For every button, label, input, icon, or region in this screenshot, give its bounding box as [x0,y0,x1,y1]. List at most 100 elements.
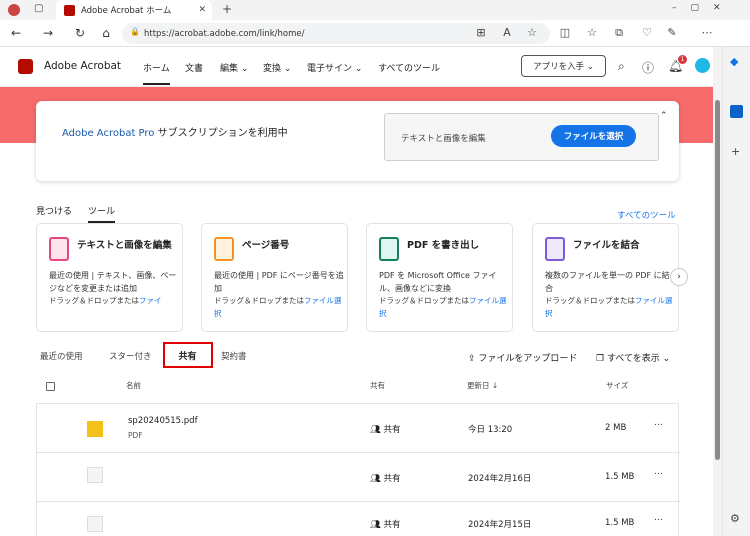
col-size[interactable]: サイズ [606,380,628,391]
upload-icon: ⇪ [468,354,479,364]
tool-card-export-pdf[interactable]: PDF を書き出し PDF を Microsoft Office ファイル、画像… [366,223,513,332]
view-icon: ❐ [596,354,607,364]
browser-tab[interactable]: Adobe Acrobat ホーム ✕ [56,0,212,20]
tab-agreements[interactable]: 契約書 [221,350,247,362]
nav-esign[interactable]: 電子サイン ⌄ [307,61,362,74]
collapse-icon[interactable]: ⌃ [660,111,668,121]
tool-title: ファイルを結合 [573,240,640,251]
tab-starred[interactable]: スター付き [109,350,152,362]
tool-drag-text: ドラッグ＆ドロップまたは [379,296,469,305]
col-shared[interactable]: 共有 [370,380,385,391]
updated-date: 2024年2月15日 [468,520,532,530]
browser-essentials-icon[interactable]: ♡ [640,26,654,39]
tab-title: Adobe Acrobat ホーム [81,6,172,16]
notification-badge: 1 [678,55,687,64]
page-scrollbar[interactable] [713,90,722,530]
show-all-label: すべてを表示 [606,354,660,364]
upload-file-button[interactable]: ⇪ ファイルをアップロード [468,351,577,364]
updated-date: 今日 13:20 [468,425,513,435]
app-header: Adobe Acrobat ホーム 文書 編集 ⌄ 変換 ⌄ 電子サイン ⌄ す… [0,47,713,87]
tool-card-combine[interactable]: ファイルを結合 複数のファイルを単一の PDF に結合 ドラッグ＆ドロップまたはフ… [532,223,679,332]
tab-shared[interactable]: 共有 [165,349,210,362]
file-name[interactable]: sp20240515.pdf [128,416,198,426]
tool-file-link[interactable]: ファイ [139,296,162,305]
row-more-icon[interactable]: ⋯ [654,420,663,430]
nav-documents[interactable]: 文書 [185,61,203,74]
file-type: PDF [128,431,143,440]
row-more-icon[interactable]: ⋯ [654,469,663,479]
app-available-icon[interactable]: ⊞ [474,26,488,39]
select-all-checkbox[interactable] [46,382,55,391]
shared-people-icon: 👥︎ [370,425,384,435]
get-app-button[interactable]: アプリを入手 ⌄ [521,55,606,77]
close-tab-icon[interactable]: ✕ [198,5,206,15]
all-tools-link[interactable]: すべてのツール [617,209,676,221]
tool-title: ページ番号 [242,240,290,251]
lock-icon[interactable]: 🔒 [130,27,140,36]
extensions-icon[interactable]: ✎ [665,26,679,39]
collections-icon[interactable]: ⧉ [612,26,626,40]
split-screen-icon[interactable]: ◫ [558,26,572,39]
tab-discover[interactable]: 見つける [36,204,72,217]
subscription-text: Adobe Acrobat Pro サブスクリプションを利用中 [62,124,288,139]
col-updated[interactable]: 更新日 ↓ [467,380,498,391]
favorites-icon[interactable]: ☆ [585,26,599,39]
file-list: sp20240515.pdf PDF 👥︎ 共有 今日 13:20 2 MB ⋯… [36,403,680,536]
shared-status: 👥︎ 共有 [370,518,401,530]
table-row[interactable]: 👥︎ 共有 2024年2月16日 1.5 MB ⋯ [37,453,680,502]
scrollbar-thumb[interactable] [715,100,720,460]
page-number-icon [214,237,234,261]
tool-desc-text: PDF を Microsoft Office ファイル、画像などに変換 [379,271,497,293]
nav-edit[interactable]: 編集 ⌄ [220,61,248,74]
shared-label: 共有 [383,520,401,530]
avatar[interactable] [695,58,710,73]
tab-recent[interactable]: 最近の使用 [40,350,83,362]
refresh-icon[interactable]: ↻ [72,26,88,40]
drop-zone[interactable]: テキストと画像を編集 ファイルを選択 [384,113,659,161]
nav-home[interactable]: ホーム [143,61,170,85]
tool-description: 複数のファイルを単一の PDF に結合 ドラッグ＆ドロップまたはファイル選択 [545,270,675,320]
more-menu-icon[interactable]: ⋯ [700,26,714,39]
tab-tools[interactable]: ツール [88,204,116,223]
table-row[interactable]: sp20240515.pdf PDF 👥︎ 共有 今日 13:20 2 MB ⋯ [37,404,680,453]
nav-convert[interactable]: 変換 ⌄ [263,61,291,74]
shared-status: 👥︎ 共有 [370,472,401,484]
show-all-button[interactable]: ❐ すべてを表示 ⌄ [596,351,670,364]
next-tools-chevron-icon[interactable]: › [670,268,688,286]
tool-card-edit[interactable]: テキストと画像を編集 最近の使用 | テキスト、画像、ページなどを変更または追加… [36,223,183,332]
tab-actions-icon[interactable]: ▢ [34,3,43,14]
outlook-icon[interactable] [730,105,743,118]
copilot-icon[interactable]: ◆ [730,55,738,68]
shared-label: 共有 [383,425,401,435]
subscription-card: Adobe Acrobat Pro サブスクリプションを利用中 テキストと画像を… [36,101,679,181]
acrobat-logo-icon [18,59,33,74]
select-file-button[interactable]: ファイルを選択 [551,125,636,147]
add-icon[interactable]: + [731,145,740,158]
nav-all-tools[interactable]: すべてのツール [378,61,440,74]
brand-name: Adobe Acrobat [44,60,122,72]
tab-shared-highlight[interactable]: 共有 [163,342,213,368]
col-name[interactable]: 名前 [126,380,141,391]
forward-icon[interactable]: → [40,26,56,40]
file-thumbnail [87,421,103,437]
settings-icon[interactable]: ⚙ [730,512,740,525]
table-row[interactable]: 👥︎ 共有 2024年2月15日 1.5 MB ⋯ [37,502,680,536]
tool-description: 最近の使用 | PDF にページ番号を追加 ドラッグ＆ドロップまたはファイル選択 [214,270,344,320]
home-icon[interactable]: ⌂ [98,26,114,40]
shared-people-icon: 👥︎ [370,474,384,484]
window-controls[interactable]: –▢✕ [672,3,735,13]
new-tab-icon[interactable]: + [222,2,232,16]
row-more-icon[interactable]: ⋯ [654,515,663,525]
file-thumbnail [87,516,103,532]
acrobat-app: Adobe Acrobat ホーム 文書 編集 ⌄ 変換 ⌄ 電子サイン ⌄ す… [0,47,713,536]
favorite-icon[interactable]: ☆ [525,26,539,39]
search-icon[interactable]: ⌕ [618,59,625,74]
back-icon[interactable]: ← [8,26,24,40]
file-size: 2 MB [605,423,627,433]
help-icon[interactable]: ⓘ [642,59,654,76]
read-aloud-icon[interactable]: A [500,26,514,39]
tool-desc-text: 最近の使用 | テキスト、画像、ページなどを変更または追加 [49,271,177,293]
tool-card-page-numbers[interactable]: ページ番号 最近の使用 | PDF にページ番号を追加 ドラッグ＆ドロップまたはフ… [201,223,348,332]
profile-icon[interactable] [8,4,20,16]
file-size: 1.5 MB [605,518,635,528]
